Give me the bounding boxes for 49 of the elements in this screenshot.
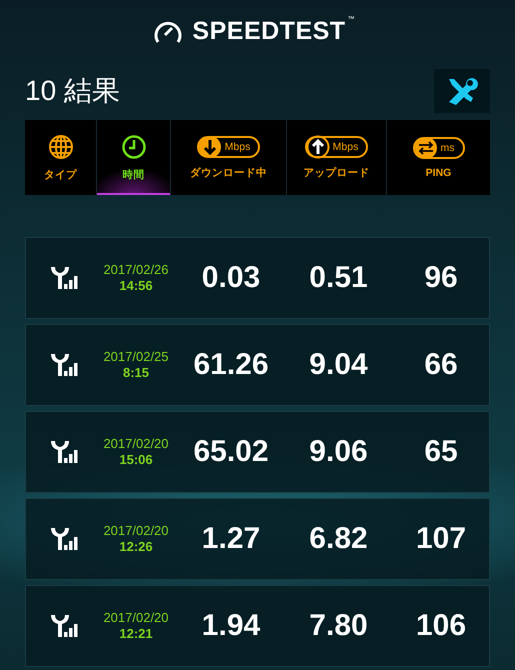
tools-icon bbox=[446, 76, 478, 106]
result-row[interactable]: 2017/02/20 12:21 1.94 7.80 106 bbox=[25, 585, 490, 667]
download-speed: 65.02 bbox=[192, 435, 270, 469]
ping-value: 65 bbox=[423, 435, 459, 469]
download-speed: 1.27 bbox=[200, 522, 262, 556]
test-time: 12:21 bbox=[119, 626, 153, 642]
results-title: 10 結果 bbox=[25, 74, 120, 108]
signal-icon bbox=[49, 526, 79, 552]
download-speed: 0.03 bbox=[200, 261, 262, 295]
test-date: 2017/02/26 bbox=[103, 262, 169, 278]
ping-value: 107 bbox=[414, 522, 468, 556]
sort-tab[interactable]: Mbps ダウンロード中 bbox=[171, 120, 287, 195]
sort-tab[interactable]: 時間 bbox=[97, 120, 171, 195]
download-speed: 1.94 bbox=[200, 609, 262, 643]
upload-speed: 0.51 bbox=[308, 261, 369, 295]
test-time: 8:15 bbox=[122, 365, 150, 381]
signal-icon bbox=[49, 352, 79, 378]
test-date: 2017/02/20 bbox=[103, 610, 169, 626]
signal-icon bbox=[49, 265, 79, 291]
ping-value: 106 bbox=[414, 609, 468, 643]
test-date: 2017/02/20 bbox=[103, 523, 169, 539]
result-row[interactable]: 2017/02/26 14:56 0.03 0.51 96 bbox=[25, 237, 490, 319]
upload-unit-icon: Mbps bbox=[304, 136, 368, 158]
app-logo-text: SPEEDTEST bbox=[192, 16, 346, 46]
sort-tab[interactable]: ms PING bbox=[387, 120, 490, 195]
test-date: 2017/02/20 bbox=[103, 436, 169, 452]
upload-speed: 6.82 bbox=[308, 522, 369, 556]
signal-icon bbox=[49, 439, 79, 465]
upload-speed: 9.06 bbox=[308, 435, 369, 469]
test-time: 15:06 bbox=[119, 452, 153, 468]
clock-icon bbox=[120, 134, 146, 160]
sort-tab[interactable]: Mbps アップロード bbox=[287, 120, 387, 195]
download-speed: 61.26 bbox=[192, 348, 270, 382]
test-time: 12:26 bbox=[119, 539, 153, 555]
signal-icon bbox=[49, 613, 79, 639]
upload-speed: 7.80 bbox=[308, 609, 369, 643]
test-date: 2017/02/25 bbox=[103, 349, 169, 365]
sort-tab[interactable]: タイプ bbox=[25, 120, 97, 195]
download-unit-icon: Mbps bbox=[196, 136, 260, 158]
test-time: 14:56 bbox=[119, 278, 153, 294]
ping-value: 66 bbox=[423, 348, 459, 382]
globe-icon bbox=[48, 134, 74, 160]
upload-speed: 9.04 bbox=[308, 348, 369, 382]
result-row[interactable]: 2017/02/25 8:15 61.26 9.04 66 bbox=[25, 324, 490, 406]
result-row[interactable]: 2017/02/20 12:26 1.27 6.82 107 bbox=[25, 498, 490, 580]
tools-button[interactable] bbox=[434, 69, 490, 113]
ping-value: 96 bbox=[423, 261, 459, 295]
ping-unit-icon: ms bbox=[412, 136, 464, 158]
result-row[interactable]: 2017/02/20 15:06 65.02 9.06 65 bbox=[25, 411, 490, 493]
